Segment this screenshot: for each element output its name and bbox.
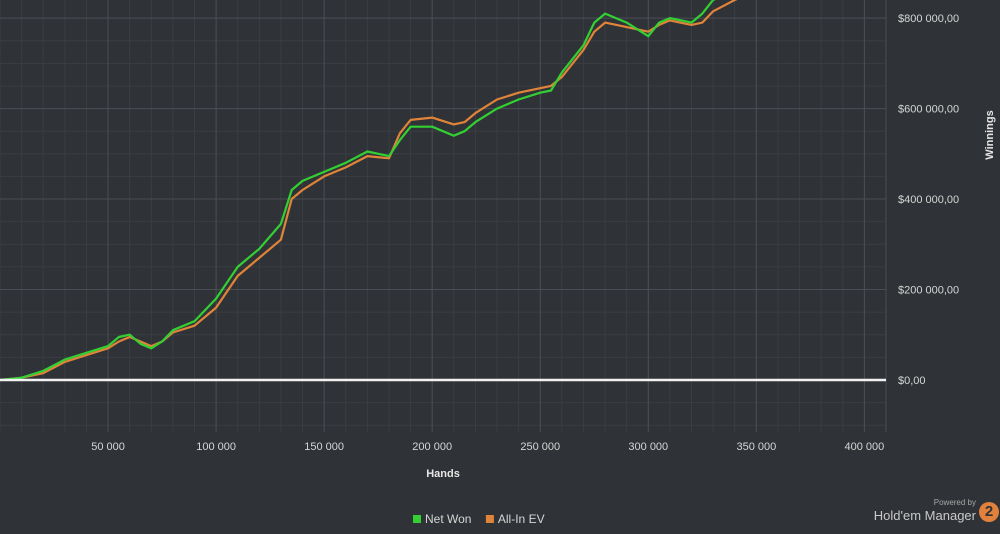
brand-watermark: Powered by Hold'em Manager 2 <box>873 498 999 524</box>
x-tick-label: 100 000 <box>196 441 236 453</box>
x-tick-label: 50 000 <box>91 441 125 453</box>
y-axis-ticks: $0,00 $200 000,00 $400 000,00 $600 000,00 $8… <box>898 13 959 387</box>
x-axis-title: Hands <box>426 468 460 480</box>
powered-by-label: Powered by <box>933 498 976 507</box>
x-tick-label: 400 000 <box>845 441 885 453</box>
legend-swatch <box>413 515 421 523</box>
product-name: Hold'em Manager <box>873 508 976 523</box>
series-line-all-in-ev <box>0 0 738 382</box>
x-tick-label: 150 000 <box>304 441 344 453</box>
x-tick-label: 200 000 <box>412 441 452 453</box>
chart-svg: 50 000 100 000 150 000 200 000 250 000 300 00… <box>0 0 996 526</box>
x-tick-label: 250 000 <box>520 441 560 453</box>
legend: Net Won All-In EV <box>413 512 545 526</box>
y-tick-label: $400 000,00 <box>898 194 959 206</box>
x-axis-ticks: 50 000 100 000 150 000 200 000 250 000 300 00… <box>91 441 884 453</box>
hm2-logo-icon: 2 <box>979 502 999 522</box>
y-tick-label: $200 000,00 <box>898 285 959 297</box>
winnings-chart: 50 000 100 000 150 000 200 000 250 000 300 00… <box>0 0 1000 534</box>
x-tick-label: 300 000 <box>628 441 668 453</box>
y-axis-title: Winnings <box>984 110 996 159</box>
legend-label: All-In EV <box>498 512 545 526</box>
legend-swatch <box>485 515 494 523</box>
y-tick-label: $600 000,00 <box>898 104 959 116</box>
y-tick-label: $0,00 <box>898 375 926 387</box>
series-line-net-won <box>0 0 716 382</box>
grid <box>0 0 887 432</box>
plot-area <box>0 0 886 382</box>
legend-label: Net Won <box>425 512 471 526</box>
x-tick-label: 350 000 <box>736 441 776 453</box>
y-tick-label: $800 000,00 <box>898 13 959 25</box>
